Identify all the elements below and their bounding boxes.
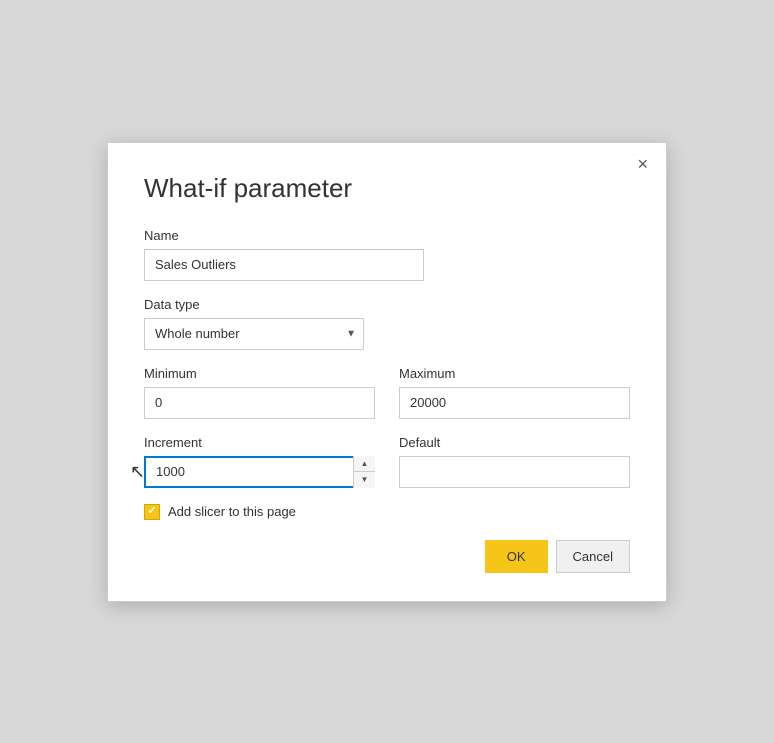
spinner-buttons: ▲ ▼ <box>353 456 375 488</box>
dialog: × What-if parameter Name Data type Whole… <box>107 142 667 602</box>
maximum-group: Maximum <box>399 366 630 419</box>
data-type-label: Data type <box>144 297 630 312</box>
name-group: Name <box>144 228 630 281</box>
min-max-row: Minimum Maximum <box>144 366 630 419</box>
dialog-footer: OK Cancel <box>144 540 630 573</box>
default-label: Default <box>399 435 630 450</box>
increment-wrapper: ↖ ▲ ▼ <box>144 456 375 488</box>
data-type-group: Data type Whole number Decimal number Fi… <box>144 297 630 350</box>
maximum-label: Maximum <box>399 366 630 381</box>
cursor-icon: ↖ <box>130 461 145 482</box>
increment-input[interactable] <box>144 456 375 488</box>
name-input[interactable] <box>144 249 424 281</box>
data-type-select[interactable]: Whole number Decimal number Fixed decima… <box>144 318 364 350</box>
dialog-overlay: × What-if parameter Name Data type Whole… <box>0 0 774 743</box>
increment-default-row: Increment ↖ ▲ ▼ Default <box>144 435 630 488</box>
increment-up-button[interactable]: ▲ <box>354 456 375 473</box>
name-label: Name <box>144 228 630 243</box>
increment-label: Increment <box>144 435 375 450</box>
add-slicer-label[interactable]: Add slicer to this page <box>168 504 296 519</box>
increment-down-button[interactable]: ▼ <box>354 472 375 488</box>
increment-group: Increment ↖ ▲ ▼ <box>144 435 375 488</box>
minimum-input[interactable] <box>144 387 375 419</box>
add-slicer-checkbox[interactable]: ✓ <box>144 504 160 520</box>
dialog-title: What-if parameter <box>144 173 630 204</box>
default-group: Default <box>399 435 630 488</box>
cancel-button[interactable]: Cancel <box>556 540 630 573</box>
checkbox-row: ✓ Add slicer to this page <box>144 504 630 520</box>
minimum-label: Minimum <box>144 366 375 381</box>
close-button[interactable]: × <box>633 153 652 175</box>
ok-button[interactable]: OK <box>485 540 548 573</box>
minimum-group: Minimum <box>144 366 375 419</box>
default-input[interactable] <box>399 456 630 488</box>
maximum-input[interactable] <box>399 387 630 419</box>
data-type-select-wrapper: Whole number Decimal number Fixed decima… <box>144 318 364 350</box>
checkmark-icon: ✓ <box>147 506 156 517</box>
